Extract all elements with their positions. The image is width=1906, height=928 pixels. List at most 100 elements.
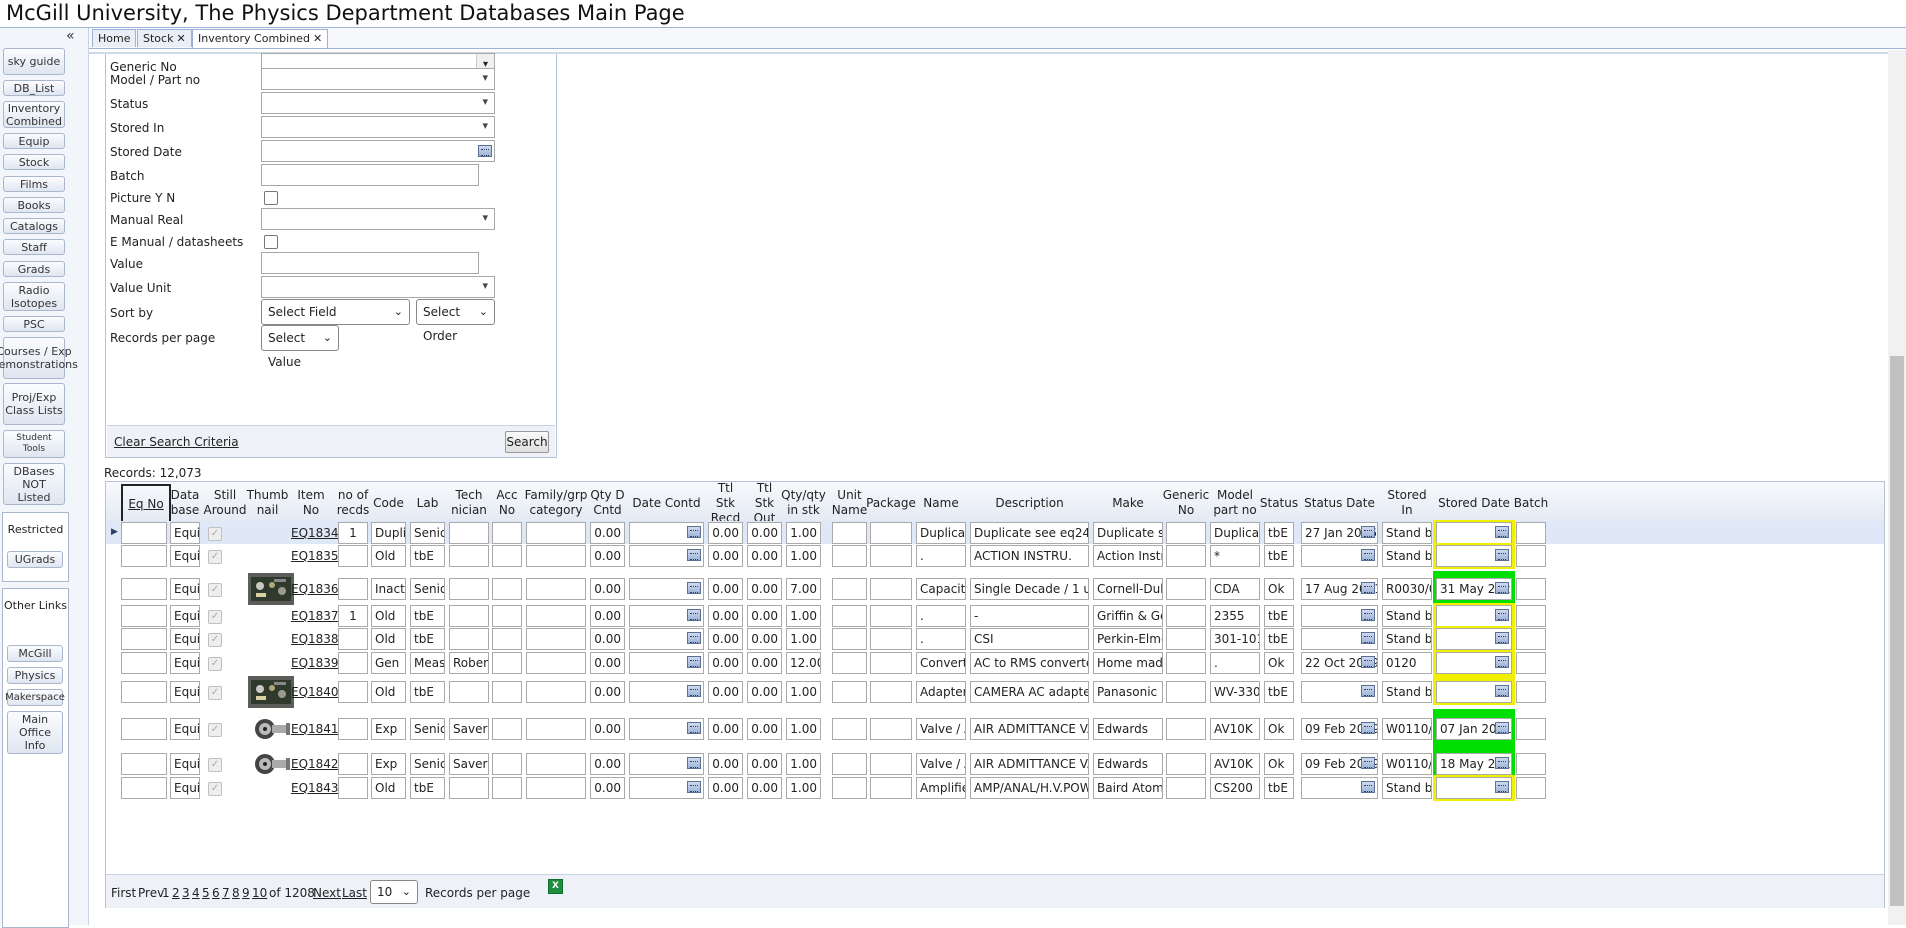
recds-cell[interactable] [338, 718, 368, 740]
last-page-link[interactable]: Last [342, 886, 367, 900]
pkg-cell[interactable] [870, 628, 912, 650]
qty-cell[interactable]: 1.00 [786, 628, 821, 650]
excel-icon[interactable]: X [548, 879, 563, 894]
lab-cell[interactable]: tbE [410, 605, 445, 627]
db-cell[interactable]: Equip [170, 545, 200, 567]
qtyd-cell[interactable]: 0.00 [590, 578, 625, 600]
sidebar-item-student-tools[interactable]: Student Tools [3, 430, 65, 458]
fam-cell[interactable] [526, 605, 586, 627]
calendar-icon[interactable] [687, 632, 701, 644]
desc-cell[interactable]: AIR ADMITTANCE VALVE [970, 718, 1089, 740]
sort-field-select[interactable]: Select Field ⌄ [261, 299, 410, 325]
gen-cell[interactable] [1166, 578, 1206, 600]
model-cell[interactable]: 301-1010 [1210, 628, 1260, 650]
code-cell[interactable]: Old [371, 628, 406, 650]
unit-cell[interactable] [832, 545, 867, 567]
item-no-link[interactable]: EQ1843 [291, 781, 339, 795]
unit-cell[interactable] [832, 718, 867, 740]
pkg-cell[interactable] [870, 718, 912, 740]
calendar-icon[interactable] [1361, 526, 1375, 538]
gen-cell[interactable] [1166, 753, 1206, 775]
pkg-cell[interactable] [870, 545, 912, 567]
out-cell[interactable]: 0.00 [747, 777, 782, 799]
fam-cell[interactable] [526, 628, 586, 650]
status-cell[interactable]: Ok [1264, 652, 1294, 674]
acc-cell[interactable] [492, 578, 522, 600]
ugrads-button[interactable]: UGrads [7, 551, 63, 568]
sidebar-item-grads[interactable]: Grads [3, 261, 65, 277]
search-button[interactable]: Search [505, 431, 549, 453]
code-cell[interactable]: Old [371, 545, 406, 567]
qty-cell[interactable]: 1.00 [786, 777, 821, 799]
out-cell[interactable]: 0.00 [747, 681, 782, 703]
model-cell[interactable]: CDA [1210, 578, 1260, 600]
acc-cell[interactable] [492, 522, 522, 544]
gen-cell[interactable] [1166, 605, 1206, 627]
desc-cell[interactable]: Duplicate see eq2445 [970, 522, 1089, 544]
gen-cell[interactable] [1166, 777, 1206, 799]
sdate-cell[interactable] [1301, 681, 1378, 703]
fam-cell[interactable] [526, 681, 586, 703]
pkg-cell[interactable] [870, 605, 912, 627]
sidebar-item-dbases-not-listed[interactable]: DBases NOT Listed [3, 463, 65, 505]
calendar-icon[interactable] [1361, 757, 1375, 769]
acc-cell[interactable] [492, 753, 522, 775]
calendar-icon[interactable] [687, 757, 701, 769]
code-cell[interactable]: Old [371, 777, 406, 799]
batch-cell[interactable] [1516, 718, 1546, 740]
make-cell[interactable]: Duplicate see e [1093, 522, 1163, 544]
recd-cell[interactable]: 0.00 [708, 605, 743, 627]
eqno-cell[interactable] [121, 652, 167, 674]
calendar-icon[interactable] [687, 656, 701, 668]
datec-cell[interactable] [629, 522, 704, 544]
qty-cell[interactable]: 1.00 [786, 605, 821, 627]
stored-cell[interactable]: R0030/05 [1382, 578, 1432, 600]
lab-cell[interactable]: MeasL [410, 652, 445, 674]
calendar-icon[interactable] [687, 609, 701, 621]
qtyd-cell[interactable]: 0.00 [590, 652, 625, 674]
acc-cell[interactable] [492, 652, 522, 674]
make-cell[interactable]: Cornell-Dubilie [1093, 578, 1163, 600]
eqno-cell[interactable] [121, 545, 167, 567]
still-around-checkbox[interactable]: ✓ [208, 657, 222, 671]
stored-cell[interactable]: Stand by [1382, 605, 1432, 627]
code-cell[interactable]: Inact [371, 578, 406, 600]
sidebar-item-courses[interactable]: Courses / Exp Demonstrations [0, 337, 78, 379]
lab-cell[interactable]: tbE [410, 681, 445, 703]
first-page-link[interactable]: First [111, 886, 136, 900]
code-cell[interactable]: Old [371, 605, 406, 627]
model-cell[interactable]: . [1210, 652, 1260, 674]
eqno-cell[interactable] [121, 578, 167, 600]
item-no-link[interactable]: EQ1840 [291, 685, 339, 699]
make-cell[interactable]: Edwards [1093, 753, 1163, 775]
db-cell[interactable]: Equip [170, 605, 200, 627]
stored-date-cell[interactable]: 07 Jan 2021 [1436, 718, 1512, 740]
page-9[interactable]: 9 [242, 886, 250, 900]
datec-cell[interactable] [629, 718, 704, 740]
qty-cell[interactable]: 1.00 [786, 753, 821, 775]
qtyd-cell[interactable]: 0.00 [590, 605, 625, 627]
sidebar-item-staff[interactable]: Staff [3, 239, 65, 255]
status-cell[interactable]: Ok [1264, 718, 1294, 740]
sidebar-item-catalogs[interactable]: Catalogs [3, 218, 65, 234]
gen-cell[interactable] [1166, 681, 1206, 703]
next-page-link[interactable]: Next [313, 886, 341, 900]
tab-stock[interactable]: Stock ✕ [137, 29, 192, 47]
out-cell[interactable]: 0.00 [747, 718, 782, 740]
batch-cell[interactable] [1516, 753, 1546, 775]
unit-cell[interactable] [832, 777, 867, 799]
gen-cell[interactable] [1166, 545, 1206, 567]
eqno-cell[interactable] [121, 777, 167, 799]
model-cell[interactable]: Duplicate [1210, 522, 1260, 544]
calendar-icon[interactable] [1495, 757, 1509, 769]
desc-cell[interactable]: AC to RMS converter [970, 652, 1089, 674]
recds-cell[interactable] [338, 545, 368, 567]
still-around-checkbox[interactable]: ✓ [208, 723, 222, 737]
unit-cell[interactable] [832, 522, 867, 544]
tech-cell[interactable]: Saverio [449, 718, 489, 740]
name-cell[interactable]: . [916, 605, 966, 627]
status-cell[interactable]: Ok [1264, 578, 1294, 600]
fam-cell[interactable] [526, 718, 586, 740]
stored-in-field[interactable] [261, 116, 495, 138]
name-cell[interactable]: . [916, 628, 966, 650]
